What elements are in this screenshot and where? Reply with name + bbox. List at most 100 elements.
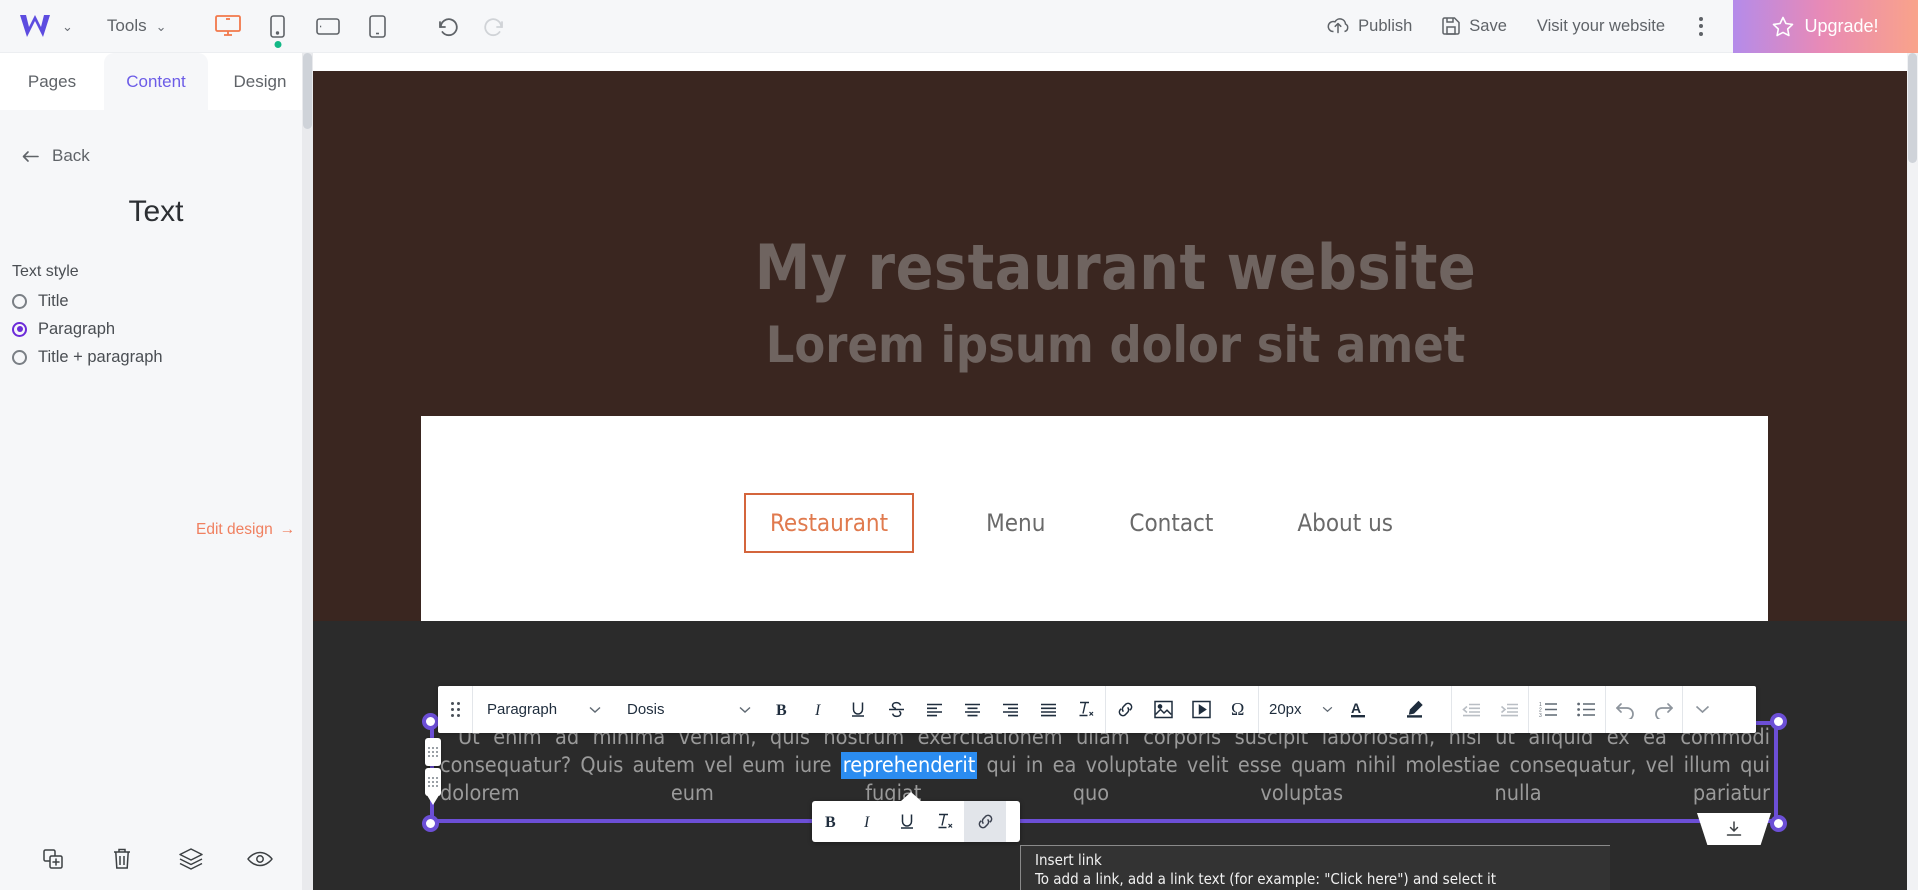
font-size-select[interactable]: 20px	[1259, 686, 1339, 733]
publish-button[interactable]: Publish	[1327, 17, 1412, 36]
duplicate-button[interactable]	[36, 842, 70, 876]
underline-button[interactable]	[888, 801, 926, 842]
visit-website-link[interactable]: Visit your website	[1537, 17, 1665, 36]
rich-text-toolbar: Paragraph Dosis B I Ω 20px A 1 2 3	[438, 686, 1756, 733]
nav-item-restaurant[interactable]: Restaurant	[743, 493, 915, 553]
text-color-control[interactable]: A	[1339, 686, 1395, 733]
undo-button[interactable]	[1606, 686, 1644, 733]
selected-word[interactable]: reprehenderit	[840, 752, 978, 779]
resize-handle-bottom-right[interactable]	[1770, 815, 1787, 832]
align-justify-button[interactable]	[1029, 686, 1067, 733]
chevron-down-icon: ⌄	[62, 18, 73, 34]
italic-button[interactable]: I	[801, 686, 839, 733]
save-label: Save	[1469, 16, 1507, 35]
paragraph-style-select[interactable]: Paragraph	[473, 686, 613, 733]
redo-button[interactable]	[1644, 686, 1682, 733]
tab-pages[interactable]: Pages	[0, 53, 104, 110]
tab-content[interactable]: Content	[104, 53, 208, 110]
preview-button[interactable]	[243, 842, 277, 876]
more-options-button[interactable]	[1695, 13, 1707, 40]
paragraph-line-3: dolorem eum fugiat quo voluptas nulla pa…	[440, 781, 1770, 806]
radio-option-paragraph[interactable]: Paragraph	[12, 315, 312, 343]
bold-icon: B	[776, 702, 787, 718]
insert-image-button[interactable]	[1144, 686, 1182, 733]
kebab-dot	[1699, 24, 1703, 28]
bold-icon: B	[825, 814, 836, 830]
layers-button[interactable]	[174, 842, 208, 876]
drag-dots-icon	[428, 777, 438, 787]
toolbar-more-button[interactable]	[1683, 686, 1721, 733]
svg-text:3: 3	[1539, 713, 1542, 717]
resize-handle-top-left[interactable]	[422, 713, 439, 730]
radio-option-title-paragraph[interactable]: Title + paragraph	[12, 343, 312, 371]
align-center-button[interactable]	[953, 686, 991, 733]
tablet-view-button[interactable]	[361, 9, 395, 43]
drag-dots-icon	[428, 747, 438, 757]
upgrade-button[interactable]: Upgrade!	[1733, 0, 1918, 53]
save-button[interactable]: Save	[1442, 17, 1507, 36]
undo-button[interactable]	[433, 11, 463, 41]
hero-subtitle[interactable]: Lorem ipsum dolor sit amet	[313, 316, 1918, 374]
edit-design-link[interactable]: Edit design →	[196, 521, 295, 539]
strikethrough-button[interactable]	[877, 686, 915, 733]
nav-item-contact[interactable]: Contact	[1087, 509, 1255, 537]
tab-design[interactable]: Design	[208, 53, 312, 110]
delete-button[interactable]	[105, 842, 139, 876]
toolbar-drag-handle[interactable]	[438, 686, 472, 733]
underline-button[interactable]	[839, 686, 877, 733]
align-bottom-handle[interactable]	[1697, 813, 1771, 845]
nav-item-about-us[interactable]: About us	[1255, 509, 1435, 537]
sidebar-scrollbar[interactable]	[302, 53, 313, 890]
arrow-right-icon: →	[279, 521, 296, 538]
unordered-list-button[interactable]	[1567, 686, 1605, 733]
highlight-color-control[interactable]	[1395, 686, 1451, 733]
nav-item-menu[interactable]: Menu	[944, 509, 1087, 537]
delete-icon	[113, 848, 130, 869]
align-left-icon	[926, 703, 942, 716]
italic-icon: I	[864, 814, 870, 830]
canvas-scrollbar-thumb[interactable]	[1908, 53, 1917, 163]
insert-link-button[interactable]	[1106, 686, 1144, 733]
bullet-list-icon	[1576, 702, 1595, 717]
brand-menu[interactable]: ⌄	[18, 13, 73, 39]
bold-button[interactable]: B	[763, 686, 801, 733]
align-center-icon	[964, 703, 980, 716]
hero-title[interactable]: My restaurant website	[313, 231, 1918, 304]
resize-handle-top-right[interactable]	[1770, 713, 1787, 730]
align-right-button[interactable]	[991, 686, 1029, 733]
align-left-button[interactable]	[915, 686, 953, 733]
w-logo	[18, 13, 52, 39]
highlight-color-button[interactable]	[1395, 686, 1433, 733]
increase-indent-button[interactable]	[1490, 686, 1528, 733]
italic-button[interactable]: I	[850, 801, 888, 842]
move-handle-upper[interactable]	[425, 738, 441, 766]
sidebar-tabs: Pages Content Design	[0, 53, 312, 110]
ordered-list-button[interactable]: 1 2 3	[1529, 686, 1567, 733]
hero-section[interactable]: My restaurant website Lorem ipsum dolor …	[313, 71, 1918, 630]
decrease-indent-button[interactable]	[1452, 686, 1490, 733]
redo-button[interactable]	[479, 11, 509, 41]
move-handle-lower[interactable]	[425, 768, 441, 796]
bold-button[interactable]: B	[812, 801, 850, 842]
insert-video-button[interactable]	[1182, 686, 1220, 733]
radio-option-title[interactable]: Title	[12, 287, 312, 315]
clear-format-button[interactable]	[926, 801, 964, 842]
canvas-scrollbar[interactable]	[1907, 53, 1918, 890]
paragraph-text-block[interactable]: Ut enim ad minima veniam, quis nostrum e…	[440, 724, 1770, 808]
paragraph-style-value: Paragraph	[487, 701, 558, 718]
special-character-button[interactable]: Ω	[1220, 686, 1258, 733]
image-icon	[1153, 700, 1173, 719]
desktop-view-button[interactable]	[211, 9, 245, 43]
mobile-view-button[interactable]	[261, 9, 295, 48]
radio-label: Paragraph	[38, 319, 116, 338]
tools-menu[interactable]: Tools ⌄	[107, 16, 167, 36]
clear-format-button[interactable]	[1067, 686, 1105, 733]
sidebar-scrollbar-thumb[interactable]	[303, 53, 312, 129]
back-button[interactable]: Back	[22, 146, 312, 166]
text-color-button[interactable]: A	[1339, 686, 1377, 733]
edit-design-label: Edit design	[196, 521, 273, 538]
font-family-select[interactable]: Dosis	[613, 686, 763, 733]
resize-handle-bottom-left[interactable]	[422, 815, 439, 832]
insert-link-button[interactable]	[964, 801, 1006, 842]
tablet-landscape-view-button[interactable]	[311, 9, 345, 43]
